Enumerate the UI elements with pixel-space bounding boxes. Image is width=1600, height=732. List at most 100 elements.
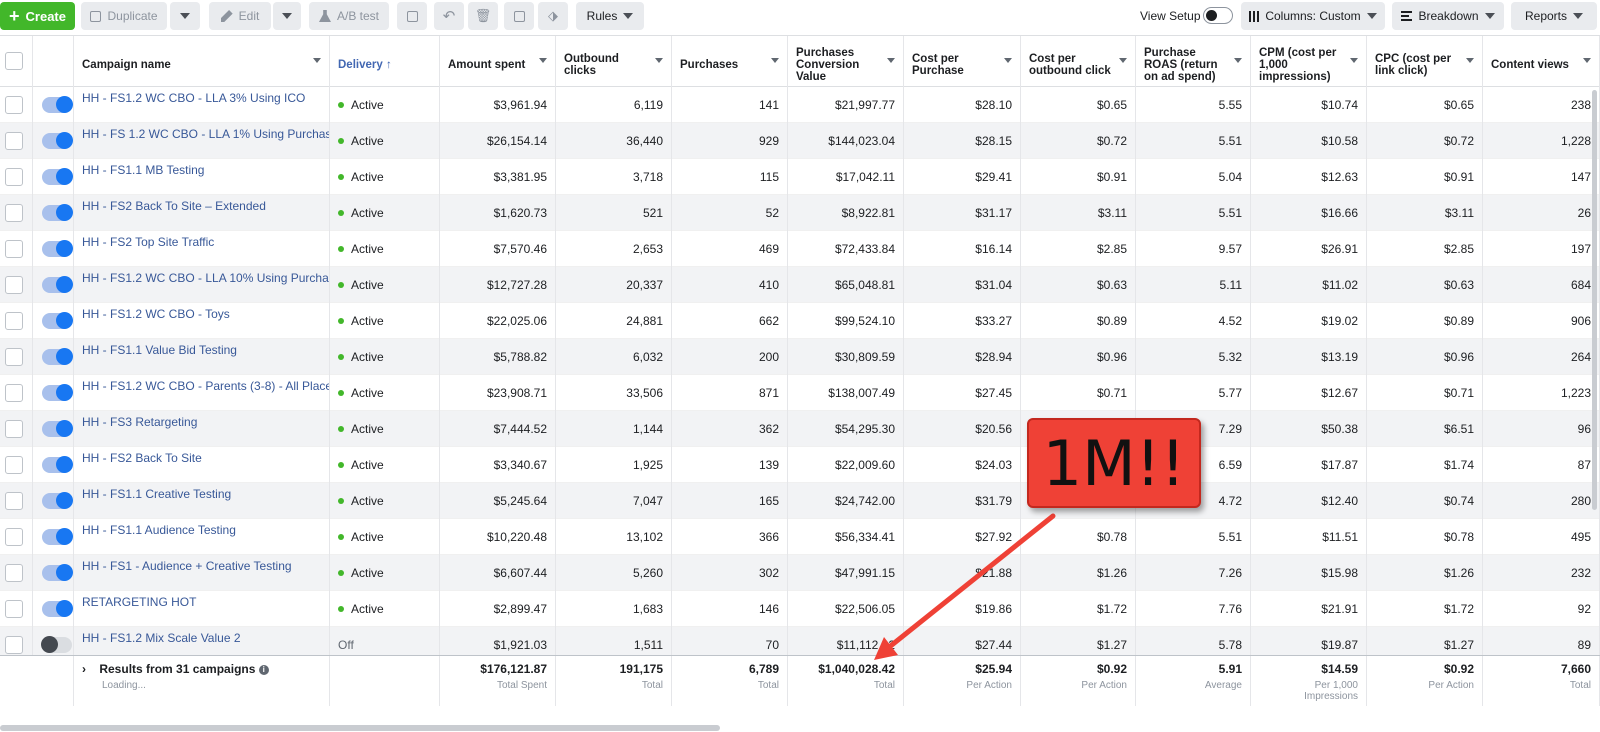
campaign-name-link[interactable]: HH - FS2 Back To Site: [82, 451, 202, 465]
campaign-name-link[interactable]: RETARGETING HOT: [82, 595, 196, 609]
campaign-toggle[interactable]: [42, 456, 73, 473]
column-header-cpc[interactable]: CPC (cost per link click): [1367, 36, 1483, 87]
edit-button[interactable]: Edit: [209, 2, 271, 30]
column-header-purchases[interactable]: Purchases: [672, 36, 788, 87]
row-checkbox[interactable]: [5, 168, 23, 186]
rules-button[interactable]: Rules: [576, 2, 644, 30]
campaign-name-link[interactable]: HH - FS1.2 WC CBO - LLA 3% Using ICO: [82, 91, 305, 105]
campaign-name-link[interactable]: HH - FS1 - Audience + Creative Testing: [82, 559, 292, 573]
select-all-checkbox[interactable]: [5, 52, 23, 70]
campaign-name-link[interactable]: HH - FS1.2 Mix Scale Value 2: [82, 631, 241, 645]
campaign-name-link[interactable]: HH - FS1.1 Audience Testing: [82, 523, 236, 537]
campaign-toggle[interactable]: [42, 384, 73, 401]
campaign-name-link[interactable]: HH - FS2 Back To Site – Extended: [82, 199, 266, 213]
column-header-cpm[interactable]: CPM (cost per 1,000 impressions): [1251, 36, 1367, 87]
table-row[interactable]: HH - FS1.2 WC CBO - Toys Active $22,025.06…: [0, 303, 1600, 339]
info-icon[interactable]: i: [258, 664, 269, 675]
campaign-toggle[interactable]: [42, 564, 73, 581]
row-checkbox[interactable]: [5, 132, 23, 150]
horizontal-scrollbar[interactable]: [0, 725, 720, 731]
campaign-toggle[interactable]: [42, 492, 73, 509]
campaign-toggle[interactable]: [42, 240, 73, 257]
table-row[interactable]: RETARGETING HOT Active $2,899.47 1,683 146 $2…: [0, 591, 1600, 627]
chevron-down-icon[interactable]: [1234, 58, 1242, 63]
campaign-toggle[interactable]: [41, 636, 72, 653]
column-header-clicks[interactable]: Outbound clicks: [556, 36, 672, 87]
column-header-value[interactable]: Purchases Conversion Value: [788, 36, 904, 87]
campaign-name-link[interactable]: HH - FS1.2 WC CBO - Toys: [82, 307, 230, 321]
ab-test-button[interactable]: A/B test: [309, 2, 389, 30]
campaign-toggle[interactable]: [42, 204, 73, 221]
column-header-cpp[interactable]: Cost per Purchase: [904, 36, 1021, 87]
column-header-views[interactable]: Content views: [1483, 36, 1600, 87]
expand-chevron-icon[interactable]: ›: [82, 662, 86, 676]
breakdown-button[interactable]: Breakdown: [1392, 2, 1504, 30]
delete-button[interactable]: 🗑: [468, 2, 498, 30]
edit-dropdown[interactable]: [273, 2, 301, 30]
chevron-down-icon[interactable]: [887, 58, 895, 63]
row-checkbox[interactable]: [5, 240, 23, 258]
campaign-toggle[interactable]: [42, 312, 73, 329]
row-checkbox[interactable]: [5, 600, 23, 618]
column-header-cpoc[interactable]: Cost per outbound click: [1021, 36, 1136, 87]
preview-button[interactable]: [504, 2, 534, 30]
view-setup-toggle[interactable]: [1203, 7, 1233, 24]
column-header-name[interactable]: Campaign name: [74, 36, 330, 87]
column-header-spent[interactable]: Amount spent: [440, 36, 556, 87]
row-checkbox[interactable]: [5, 564, 23, 582]
undo-button[interactable]: ↶: [434, 2, 464, 30]
row-checkbox[interactable]: [5, 384, 23, 402]
campaign-toggle[interactable]: [42, 168, 73, 185]
campaign-toggle[interactable]: [42, 528, 73, 545]
table-row[interactable]: HH - FS1.2 WC CBO - Parents (3-8) - All …: [0, 375, 1600, 411]
campaign-toggle[interactable]: [42, 276, 73, 293]
chevron-down-icon[interactable]: [771, 58, 779, 63]
table-row[interactable]: HH - FS1.1 Creative Testing Active $5,245.…: [0, 483, 1600, 519]
chevron-down-icon[interactable]: [655, 58, 663, 63]
row-checkbox[interactable]: [5, 276, 23, 294]
chevron-down-icon[interactable]: [1466, 58, 1474, 63]
columns-button[interactable]: Columns: Custom: [1241, 2, 1385, 30]
campaign-name-link[interactable]: HH - FS 1.2 WC CBO - LLA 1% Using Purcha…: [82, 127, 329, 141]
campaign-name-link[interactable]: HH - FS3 Retargeting: [82, 415, 197, 429]
row-checkbox[interactable]: [5, 204, 23, 222]
chevron-down-icon[interactable]: [1583, 58, 1591, 63]
row-checkbox[interactable]: [5, 492, 23, 510]
row-checkbox[interactable]: [5, 528, 23, 546]
chevron-down-icon[interactable]: [1350, 58, 1358, 63]
chevron-down-icon[interactable]: [1119, 58, 1127, 63]
table-row[interactable]: HH - FS1.1 Value Bid Testing Active $5,788…: [0, 339, 1600, 375]
chevron-down-icon[interactable]: [539, 58, 547, 63]
chevron-down-icon[interactable]: [313, 58, 321, 63]
campaign-toggle[interactable]: [42, 348, 73, 365]
duplicate-dropdown[interactable]: [170, 2, 200, 30]
campaign-toggle[interactable]: [42, 96, 73, 113]
duplicate-button[interactable]: Duplicate: [81, 2, 167, 30]
campaign-name-link[interactable]: HH - FS2 Top Site Traffic: [82, 235, 214, 249]
row-checkbox[interactable]: [5, 456, 23, 474]
row-checkbox[interactable]: [5, 96, 23, 114]
column-header-roas[interactable]: Purchase ROAS (return on ad spend): [1136, 36, 1251, 87]
tag-button[interactable]: ⬗: [538, 2, 568, 30]
table-row[interactable]: HH - FS1 - Audience + Creative Testing Ac…: [0, 555, 1600, 591]
table-row[interactable]: HH - FS1.2 WC CBO - LLA 3% Using ICO Acti…: [0, 87, 1600, 123]
column-header-delivery[interactable]: Delivery ↑: [330, 36, 440, 87]
campaign-toggle[interactable]: [42, 132, 73, 149]
table-row[interactable]: HH - FS1.1 MB Testing Active $3,381.95 3,71…: [0, 159, 1600, 195]
table-row[interactable]: HH - FS 1.2 WC CBO - LLA 1% Using Purcha…: [0, 123, 1600, 159]
campaign-toggle[interactable]: [42, 600, 73, 617]
clipboard-button[interactable]: [397, 2, 427, 30]
campaign-name-link[interactable]: HH - FS1.1 Creative Testing: [82, 487, 231, 501]
campaign-name-link[interactable]: HH - FS1.2 WC CBO - LLA 10% Using Purcha…: [82, 271, 329, 285]
table-row[interactable]: HH - FS1.1 Audience Testing Active $10,220…: [0, 519, 1600, 555]
table-row[interactable]: HH - FS2 Top Site Traffic Active $7,570.46…: [0, 231, 1600, 267]
table-row[interactable]: HH - FS1.2 WC CBO - LLA 10% Using Purcha…: [0, 267, 1600, 303]
reports-button[interactable]: Reports: [1511, 2, 1597, 30]
campaign-name-link[interactable]: HH - FS1.1 MB Testing: [82, 163, 204, 177]
campaign-toggle[interactable]: [42, 420, 73, 437]
table-row[interactable]: HH - FS2 Back To Site – Extended Active $1…: [0, 195, 1600, 231]
campaign-name-link[interactable]: HH - FS1.2 WC CBO - Parents (3-8) - All …: [82, 379, 329, 393]
row-checkbox[interactable]: [5, 348, 23, 366]
row-checkbox[interactable]: [5, 636, 23, 654]
table-row[interactable]: HH - FS3 Retargeting Active $7,444.52 1,144…: [0, 411, 1600, 447]
